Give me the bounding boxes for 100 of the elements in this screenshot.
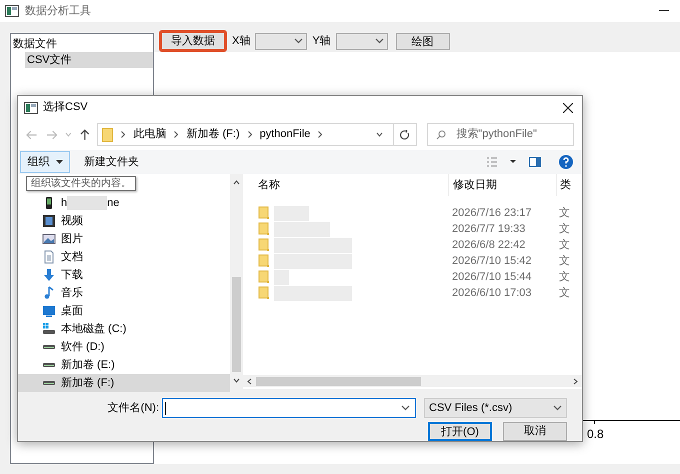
new-folder-button[interactable]: 新建文件夹 — [83, 150, 140, 173]
type-cell-text: 文 — [558, 254, 570, 269]
type-cell-text: 文 — [558, 270, 570, 285]
type-cell-text: 文 — [558, 238, 570, 253]
refresh-button[interactable] — [393, 123, 418, 146]
minimize-icon[interactable] — [659, 10, 669, 12]
organize-button[interactable]: 组织 — [20, 150, 70, 173]
desktop-icon — [42, 304, 56, 318]
drive-icon — [42, 345, 56, 350]
date-cell-text: 2026/6/8 22:42 — [451, 238, 526, 253]
filename-label: 文件名(N): — [106, 400, 160, 416]
column-header[interactable]: 名称 — [243, 174, 448, 196]
chevron-right-icon — [318, 131, 322, 138]
date-cell-text: 2026/7/10 15:42 — [451, 254, 533, 269]
breadcrumb-item[interactable]: 此电脑 — [133, 126, 166, 143]
chevron-down-icon[interactable] — [376, 132, 384, 138]
folder-icon — [102, 128, 114, 142]
file-type-dropdown[interactable]: CSV Files (*.csv) — [424, 398, 567, 418]
folder-icon — [258, 270, 270, 284]
tooltip: 组织该文件夹的内容。 — [26, 176, 136, 191]
nav-label: ne — [107, 196, 120, 211]
date-cell-text: 2026/7/10 15:44 — [451, 270, 533, 285]
down-arrow-icon — [42, 268, 56, 282]
tree-item[interactable]: CSV文件 — [25, 52, 153, 68]
nav-item[interactable]: 软件 (D:) — [18, 338, 230, 356]
dialog-title: 选择CSV — [43, 100, 88, 116]
nav-item[interactable]: 本地磁盘 (C:) — [18, 320, 230, 338]
date-cell-text: 2026/7/16 23:17 — [451, 206, 533, 221]
search-icon — [436, 130, 446, 140]
filename-field[interactable] — [162, 398, 416, 418]
chevron-left-icon — [247, 378, 252, 384]
search-field[interactable]: 搜索"pythonFile" — [427, 123, 574, 146]
chevron-down-icon — [553, 405, 562, 411]
chevron-down-icon — [294, 38, 304, 44]
file-row[interactable]: 2026/7/16 23:17 文 — [243, 205, 582, 221]
breadcrumb-item[interactable]: 新加卷 (F:) — [186, 126, 240, 143]
y-axis-label: Y轴 — [312, 34, 331, 49]
nav-item[interactable]: 新加卷 (F:) — [18, 374, 230, 392]
column-header[interactable]: 类 — [556, 174, 582, 196]
chevron-right-icon — [174, 131, 178, 138]
nav-item[interactable]: 视频 — [18, 212, 230, 230]
folder-icon — [258, 206, 270, 220]
scrollbar-thumb[interactable] — [232, 277, 241, 372]
plot-button[interactable]: 绘图 — [396, 32, 450, 50]
preview-pane-icon[interactable] — [529, 156, 541, 167]
nav-item[interactable]: 新加卷 (E:) — [18, 356, 230, 374]
drive-icon — [42, 322, 56, 336]
app-icon — [24, 102, 38, 114]
file-row[interactable]: 2026/7/10 15:42 文 — [243, 253, 582, 269]
chevron-right-icon — [248, 131, 252, 138]
nav-item[interactable]: 音乐 — [18, 284, 230, 302]
cancel-button[interactable]: 取消 — [503, 422, 567, 441]
file-row[interactable]: 2026/6/10 17:03 文 — [243, 285, 582, 301]
scrollbar[interactable] — [230, 174, 243, 389]
document-icon — [42, 250, 56, 264]
tree-item[interactable]: 数据文件 — [11, 36, 153, 52]
horizontal-scrollbar[interactable] — [243, 375, 582, 387]
drive-icon — [42, 381, 56, 386]
chevron-right-icon — [573, 378, 578, 384]
column-header[interactable]: 修改日期 — [448, 174, 556, 196]
help-icon[interactable] — [559, 154, 573, 169]
breadcrumb-item[interactable]: pythonFile — [260, 126, 310, 143]
file-row[interactable]: 2026/7/10 15:44 文 — [243, 269, 582, 285]
music-note-icon — [42, 286, 56, 300]
import-button[interactable]: 导入数据 — [159, 30, 227, 52]
folder-icon — [258, 222, 270, 236]
caret-down-icon — [56, 160, 62, 164]
close-icon[interactable] — [563, 102, 573, 113]
file-row[interactable]: 2026/6/8 22:42 文 — [243, 237, 582, 253]
x-axis-label: X轴 — [232, 34, 250, 49]
date-cell-text: 2026/7/7 19:33 — [451, 222, 526, 237]
up-arrow-icon[interactable] — [80, 128, 90, 141]
film-icon — [42, 214, 56, 228]
type-cell-text: 文 — [558, 222, 570, 237]
chevron-right-icon — [121, 131, 126, 138]
nav-item[interactable]: 下载 — [18, 266, 230, 284]
address-bar[interactable]: 此电脑 新加卷 (F:) pythonFile — [97, 123, 394, 146]
chevron-down-icon — [233, 378, 240, 383]
open-button[interactable]: 打开(O) — [428, 422, 492, 441]
folder-icon — [258, 254, 270, 268]
scrollbar-thumb[interactable] — [256, 376, 421, 386]
nav-item[interactable]: 文档 — [18, 248, 230, 266]
date-cell-text: 2026/6/10 17:03 — [451, 286, 533, 301]
nav-item[interactable]: h ne — [18, 194, 230, 212]
type-cell-text: 文 — [558, 286, 570, 301]
refresh-icon — [400, 130, 410, 140]
chevron-up-icon — [233, 180, 240, 185]
picture-icon — [42, 232, 56, 246]
app-icon — [5, 5, 19, 17]
nav-item[interactable]: 图片 — [18, 230, 230, 248]
drive-icon — [42, 363, 56, 368]
type-cell-text: 文 — [558, 206, 570, 221]
redacted-block — [67, 196, 108, 210]
file-row[interactable]: 2026/7/7 19:33 文 — [243, 221, 582, 237]
view-options-icon[interactable] — [487, 156, 517, 167]
folder-icon — [258, 286, 270, 300]
chevron-down-icon — [374, 38, 384, 44]
search-input[interactable]: 搜索"pythonFile" — [456, 126, 566, 143]
nav-label: h — [61, 196, 68, 211]
nav-item[interactable]: 桌面 — [18, 302, 230, 320]
